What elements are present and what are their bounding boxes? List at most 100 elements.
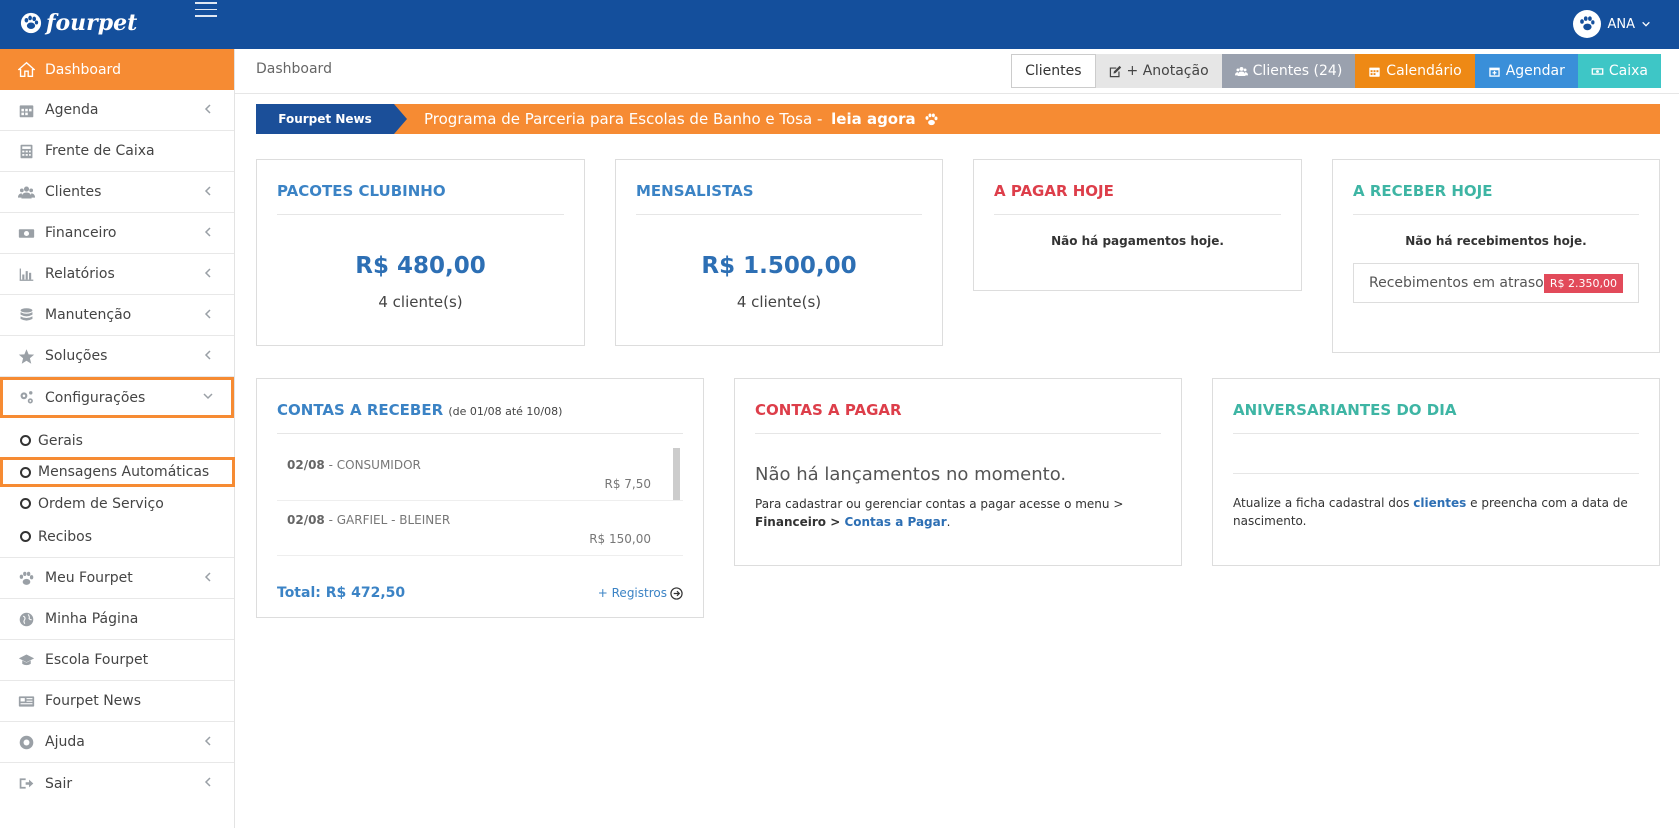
chevron-left-icon (202, 103, 216, 117)
submenu-item-gerais[interactable]: Gerais (0, 424, 234, 457)
card-contas-a-receber: CONTAS A RECEBER (de 01/08 até 10/08) 02… (256, 378, 704, 618)
sidebar-item-configuracoes[interactable]: Configurações (0, 377, 234, 418)
card-a-pagar-hoje: A PAGAR HOJE Não há pagamentos hoje. (973, 159, 1302, 291)
button-label: Clientes (24) (1252, 63, 1343, 79)
menu-financeiro: Financeiro (755, 515, 827, 529)
sidebar-item-label: Financeiro (45, 225, 117, 241)
bar-chart-icon (17, 265, 35, 283)
submenu-item-mensagens-automaticas[interactable]: Mensagens Automáticas (0, 457, 235, 487)
chevron-down-icon (202, 390, 216, 404)
money-icon (17, 224, 35, 242)
sidebar-item-solucoes[interactable]: Soluções (0, 336, 234, 377)
chevron-left-icon (202, 735, 216, 749)
chevron-left-icon (202, 308, 216, 322)
fourpet-logo[interactable]: fourpet (20, 10, 137, 36)
agendar-button[interactable]: Agendar (1474, 54, 1578, 88)
chevron-left-icon (202, 267, 216, 281)
breadcrumb: Dashboard (256, 61, 332, 77)
card-message: Não há pagamentos hoje. (1051, 234, 1224, 248)
star-icon (17, 347, 35, 365)
card-value: R$ 480,00 (355, 253, 486, 279)
sidebar-item-meu-fourpet[interactable]: Meu Fourpet (0, 558, 234, 599)
circle-icon (20, 498, 31, 509)
card-mensalistas: MENSALISTAS R$ 1.500,00 4 cliente(s) (615, 159, 943, 346)
contas-a-pagar-link[interactable]: Contas a Pagar (844, 515, 946, 529)
sidebar: Dashboard Agenda Frente de Caixa Cliente… (0, 49, 235, 828)
button-label: Calendário (1386, 63, 1462, 79)
submenu-item-recibos[interactable]: Recibos (0, 520, 234, 553)
button-label: + Anotação (1126, 63, 1209, 79)
help-text-body: Atualize a ficha cadastral dos (1233, 496, 1414, 510)
card-title: A RECEBER HOJE (1353, 182, 1639, 215)
sidebar-item-dashboard[interactable]: Dashboard (0, 49, 234, 90)
button-label: Caixa (1608, 63, 1648, 79)
card-title: CONTAS A RECEBER (de 01/08 até 10/08) (277, 401, 683, 434)
sidebar-item-escola-fourpet[interactable]: Escola Fourpet (0, 640, 234, 681)
submenu-item-label: Gerais (38, 432, 83, 449)
card-aniversariantes: ANIVERSARIANTES DO DIA Atualize a ficha … (1212, 378, 1660, 566)
calendar-plus-icon (1489, 67, 1500, 77)
card-pacotes-clubinho: PACOTES CLUBINHO R$ 480,00 4 cliente(s) (256, 159, 585, 346)
top-bar: fourpet ANA (0, 0, 1679, 49)
card-title: MENSALISTAS (636, 182, 922, 215)
help-text: Para cadastrar ou gerenciar contas a pag… (755, 495, 1161, 531)
hamburger-menu-icon[interactable] (195, 2, 217, 18)
circle-icon (20, 466, 31, 478)
database-icon (17, 306, 35, 324)
sidebar-item-relatorios[interactable]: Relatórios (0, 254, 234, 295)
sidebar-item-label: Clientes (45, 184, 102, 200)
sidebar-item-label: Minha Página (45, 611, 139, 627)
avatar (1573, 10, 1602, 38)
receivables-list[interactable]: 02/08 - CONSUMIDOR R$ 7,50 02/08 - GARFI… (277, 446, 683, 561)
totals-row: Total: R$ 472,50 + Registros (277, 585, 683, 601)
list-item[interactable]: 02/08 - GARFIEL - BLEINER R$ 150,00 (277, 501, 683, 556)
sidebar-item-minha-pagina[interactable]: Minha Página (0, 599, 234, 640)
header-actions: Clientes + Anotação Clientes (24) Calend… (1011, 54, 1661, 88)
sidebar-item-label: Agenda (45, 102, 99, 118)
news-banner: Fourpet News Programa de Parceria para E… (256, 104, 1660, 134)
card-title-text: CONTAS A RECEBER (277, 401, 444, 419)
card-value: R$ 1.500,00 (701, 253, 857, 279)
help-text-body: Para cadastrar ou gerenciar contas a pag… (755, 497, 1128, 511)
sidebar-item-manutencao[interactable]: Manutenção (0, 295, 234, 336)
globe-icon (17, 610, 35, 628)
late-label: Recebimentos em atraso (1369, 275, 1544, 291)
sidebar-item-sair[interactable]: Sair (0, 763, 234, 804)
gears-icon (17, 389, 35, 407)
calculator-icon (17, 142, 35, 160)
more-records-link[interactable]: + Registros (598, 586, 683, 600)
sidebar-item-fourpet-news[interactable]: Fourpet News (0, 681, 234, 722)
clientes-link[interactable]: clientes (1413, 496, 1466, 510)
news-link[interactable]: Programa de Parceria para Escolas de Ban… (424, 110, 939, 128)
sidebar-item-label: Relatórios (45, 266, 115, 282)
sidebar-item-frente-de-caixa[interactable]: Frente de Caixa (0, 131, 234, 172)
sidebar-item-financeiro[interactable]: Financeiro (0, 213, 234, 254)
user-name: ANA (1607, 16, 1635, 32)
help-text: Atualize a ficha cadastral dos clientes … (1233, 494, 1639, 530)
card-message: Não há recebimentos hoje. (1405, 234, 1587, 248)
anotacao-button[interactable]: + Anotação (1095, 54, 1222, 88)
calendario-button[interactable]: Calendário (1355, 54, 1475, 88)
late-receivables-row[interactable]: Recebimentos em atraso R$ 2.350,00 (1353, 263, 1639, 303)
sidebar-item-label: Fourpet News (45, 693, 142, 709)
card-title: CONTAS A PAGAR (755, 401, 1161, 434)
sidebar-item-label: Sair (45, 775, 73, 792)
users-icon (1234, 66, 1248, 76)
clientes-button[interactable]: Clientes (1011, 54, 1096, 88)
caixa-button[interactable]: Caixa (1577, 54, 1661, 88)
users-icon (17, 183, 35, 201)
clientes-count-button[interactable]: Clientes (24) (1221, 54, 1356, 88)
submenu-item-label: Mensagens Automáticas (38, 464, 210, 480)
card-subtext: 4 cliente(s) (378, 293, 463, 311)
scrollbar[interactable] (673, 448, 680, 500)
item-date: 02/08 (287, 513, 325, 527)
card-a-receber-hoje: A RECEBER HOJE Não há recebimentos hoje.… (1332, 159, 1660, 353)
list-item[interactable]: 02/08 - CONSUMIDOR R$ 7,50 (277, 446, 683, 501)
user-menu[interactable]: ANA (1573, 10, 1651, 38)
total-value: Total: R$ 472,50 (277, 585, 406, 601)
circle-icon (20, 531, 31, 542)
sidebar-item-clientes[interactable]: Clientes (0, 172, 234, 213)
sidebar-item-ajuda[interactable]: Ajuda (0, 722, 234, 763)
submenu-item-ordem-de-servico[interactable]: Ordem de Serviço (0, 487, 234, 520)
sidebar-item-agenda[interactable]: Agenda (0, 90, 234, 131)
